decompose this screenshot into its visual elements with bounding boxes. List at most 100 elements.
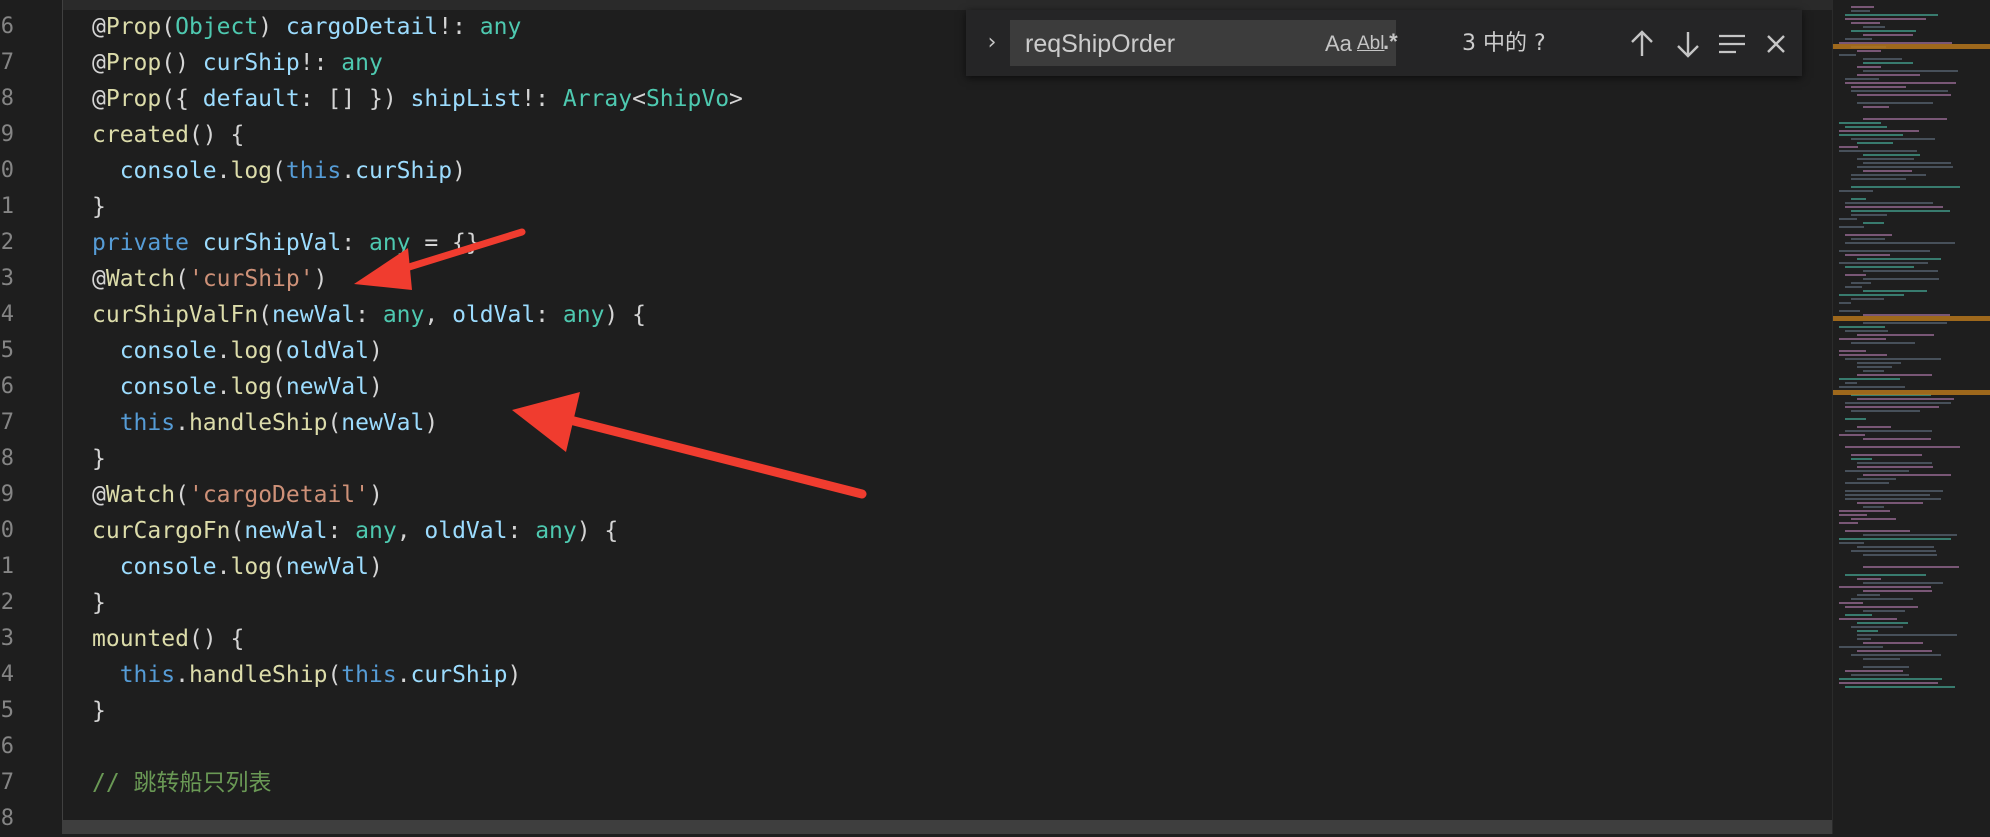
minimap-search-highlight [1833, 316, 1990, 321]
line-number: 6 [0, 14, 14, 39]
minimap-line [1863, 534, 1957, 536]
close-find-button[interactable] [1760, 28, 1792, 60]
minimap-line [1851, 342, 1915, 344]
previous-match-button[interactable] [1626, 28, 1658, 60]
code-line[interactable]: console.log(this.curShip) [92, 153, 466, 189]
minimap-line [1863, 222, 1884, 224]
close-icon [1767, 35, 1785, 53]
code-token: ) [313, 266, 328, 292]
code-line[interactable]: console.log(newVal) [92, 549, 383, 585]
code-line[interactable]: this.handleShip(this.curShip) [92, 657, 522, 693]
code-token: any [382, 302, 425, 328]
code-token: ( [272, 554, 286, 580]
next-match-button[interactable] [1672, 28, 1704, 60]
code-token: curShipValFn [92, 302, 259, 328]
minimap-line [1857, 366, 1892, 368]
horizontal-scrollbar[interactable] [62, 820, 1832, 834]
code-line[interactable]: } [92, 189, 106, 225]
minimap-line [1845, 574, 1926, 576]
whole-word-toggle[interactable]: Abl [1357, 31, 1384, 57]
minimap-line [1863, 370, 1884, 372]
minimap-line [1863, 658, 1900, 660]
code-token: log [230, 554, 273, 580]
code-line[interactable]: created() { [92, 117, 244, 153]
minimap-line [1839, 262, 1928, 264]
code-line[interactable]: @Watch('curShip') [92, 261, 327, 297]
code-token: @ [92, 86, 106, 112]
code-line[interactable]: @Prop() curShip!: any [92, 45, 383, 81]
minimap-line [1857, 638, 1871, 640]
line-number: 7 [0, 50, 14, 75]
code-token: any [562, 302, 605, 328]
minimap-line [1845, 406, 1939, 408]
code-token: : [355, 302, 383, 328]
code-token: < [632, 86, 646, 112]
code-token: Watch [105, 266, 176, 292]
code-token: created [92, 122, 189, 148]
minimap-line [1839, 150, 1917, 152]
code-token: oldVal [285, 338, 369, 364]
minimap-line [1851, 30, 1916, 32]
minimap-line [1857, 578, 1881, 580]
code-token: any [535, 518, 577, 544]
line-number: 5 [0, 698, 14, 723]
code-line[interactable]: console.log(newVal) [92, 369, 383, 405]
code-token: : [] }) [299, 86, 411, 112]
code-line[interactable]: } [92, 693, 106, 729]
code-line[interactable]: } [92, 585, 106, 621]
minimap-line [1839, 542, 1864, 544]
code-token: , [424, 302, 453, 328]
code-line[interactable]: this.handleShip(newVal) [92, 405, 439, 441]
code-line[interactable]: private curShipVal: any = {} [92, 225, 480, 261]
code-line[interactable]: curCargoFn(newVal: any, oldVal: any) { [92, 513, 618, 549]
minimap[interactable] [1832, 0, 1990, 834]
code-line[interactable]: // 跳转船只列表 [92, 765, 272, 801]
code-line[interactable]: } [92, 441, 106, 477]
code-line[interactable]: @Prop({ default: [] }) shipList!: Array<… [92, 81, 743, 117]
line-number: 5 [0, 338, 14, 363]
minimap-line [1839, 602, 1863, 604]
code-line[interactable]: @Prop(Object) cargoDetail!: any [92, 9, 521, 45]
code-token: () [161, 50, 203, 76]
find-input-box[interactable]: Aa Abl .* [1010, 20, 1398, 67]
code-token: . [216, 374, 231, 400]
minimap-line [1857, 398, 1954, 400]
minimap-line [1857, 50, 1881, 52]
find-in-selection-button[interactable] [1716, 28, 1748, 60]
code-line[interactable]: curShipValFn(newVal: any, oldVal: any) { [92, 297, 646, 333]
minimap-line [1857, 74, 1920, 76]
match-case-toggle[interactable]: Aa [1325, 31, 1352, 57]
code-token: newVal [272, 302, 356, 328]
code-line[interactable]: console.log(oldVal) [92, 333, 383, 369]
minimap-line [1845, 614, 1872, 616]
code-token: () { [188, 122, 245, 148]
minimap-line [1863, 590, 1932, 592]
minimap-line [1857, 94, 1951, 96]
code-line[interactable]: @Watch('cargoDetail') [92, 477, 383, 513]
minimap-line [1863, 118, 1947, 120]
toggle-replace-chevron-icon[interactable]: › [980, 30, 1004, 56]
code-token: mounted [92, 626, 189, 652]
minimap-line [1851, 458, 1872, 460]
minimap-line [1851, 90, 1948, 92]
code-token: any [341, 50, 383, 76]
find-input[interactable] [1023, 21, 1317, 67]
code-token: ) [424, 410, 439, 436]
minimap-line [1839, 338, 1886, 340]
minimap-line [1845, 382, 1857, 384]
minimap-line [1845, 446, 1960, 448]
code-line[interactable]: mounted() { [92, 621, 244, 657]
code-token: : [507, 518, 536, 544]
minimap-line [1845, 470, 1909, 472]
code-token: // 跳转船只列表 [92, 770, 272, 796]
minimap-line [1845, 358, 1941, 360]
code-token: Prop [105, 86, 162, 112]
minimap-line [1845, 254, 1890, 256]
minimap-line [1845, 274, 1866, 276]
regex-toggle[interactable]: .* [1383, 29, 1398, 55]
minimap-line [1863, 154, 1920, 156]
line-number: 1 [0, 554, 14, 579]
code-token: any [355, 518, 397, 544]
minimap-line [1863, 170, 1912, 172]
code-token: log [230, 158, 273, 184]
